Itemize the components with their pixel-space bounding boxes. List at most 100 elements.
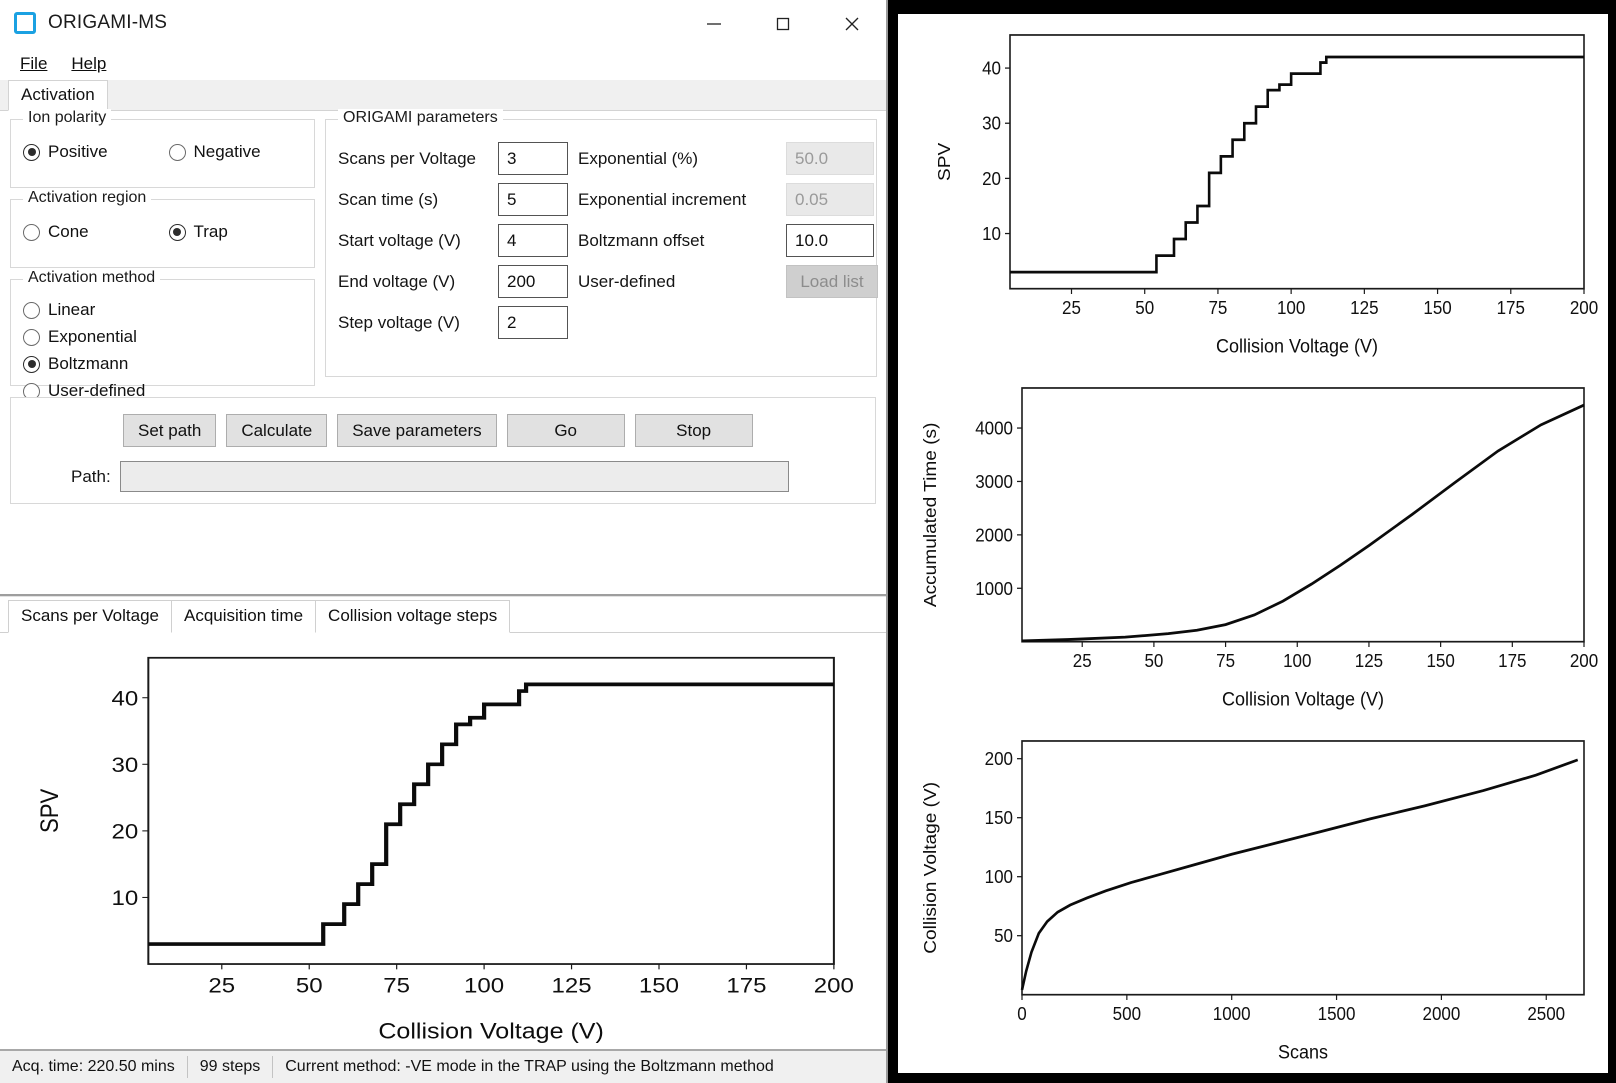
svg-text:Collision Voltage (V): Collision Voltage (V)	[1222, 688, 1384, 710]
radio-boltzmann[interactable]: Boltzmann	[23, 354, 171, 374]
input-scan-time[interactable]: 5	[498, 183, 568, 216]
group-actions: Set path Calculate Save parameters Go St…	[10, 397, 876, 504]
activation-method-title: Activation method	[23, 269, 161, 287]
menu-item-help[interactable]: Help	[61, 51, 116, 77]
svg-text:2500: 2500	[1527, 1004, 1565, 1025]
svg-text:50: 50	[1135, 298, 1154, 319]
svg-text:175: 175	[726, 973, 766, 997]
calculate-button[interactable]: Calculate	[226, 414, 328, 447]
radio-trap-indicator	[168, 223, 186, 241]
radio-exponential[interactable]: Exponential	[23, 327, 171, 347]
set-path-button[interactable]: Set path	[123, 414, 217, 447]
mini-chart-accumulated-time-svg: 25 50 75 100 125 150 175 200 1000 2000 3000 4000 Col…	[920, 387, 1598, 710]
label-exponential-increment: Exponential increment	[578, 189, 747, 209]
svg-text:1500: 1500	[1318, 1004, 1356, 1025]
tab-scans-per-voltage[interactable]: Scans per Voltage	[8, 600, 172, 633]
tab-activation[interactable]: Activation	[8, 80, 108, 111]
svg-text:175: 175	[1497, 298, 1525, 319]
status-method: Current method: -VE mode in the TRAP usi…	[285, 1058, 774, 1075]
label-scans-per-voltage: Scans per Voltage	[338, 148, 476, 168]
radio-cone-indicator	[23, 223, 40, 241]
main-chart-spv: 25 50 75 100 125 150 175 200 10 20 30 40 Collision V…	[0, 633, 886, 1049]
input-scans-per-voltage[interactable]: 3	[498, 142, 568, 175]
radio-positive-label: Positive	[48, 142, 108, 161]
svg-text:2000: 2000	[975, 525, 1013, 546]
svg-text:10: 10	[982, 224, 1001, 245]
stop-button[interactable]: Stop	[634, 414, 753, 447]
mini-chart-collision-voltage-steps: 0 500 1000 1500 2000 2500 50 100 150 200 Scans Coll…	[902, 724, 1602, 1069]
svg-text:3000: 3000	[975, 471, 1013, 492]
path-row: Path:	[11, 447, 875, 492]
svg-text:100: 100	[464, 973, 504, 997]
label-boltzmann-offset: Boltzmann offset	[578, 230, 705, 250]
svg-text:20: 20	[982, 168, 1001, 189]
svg-text:10: 10	[112, 885, 139, 909]
svg-text:1000: 1000	[975, 578, 1013, 599]
input-end-voltage[interactable]: 200	[498, 265, 568, 298]
radio-negative-indicator	[168, 143, 186, 161]
radio-linear[interactable]: Linear	[23, 300, 171, 320]
svg-text:1000: 1000	[1213, 1004, 1251, 1025]
group-activation-method: Activation method Linear Exponential Bol…	[10, 269, 315, 400]
close-icon[interactable]	[817, 0, 886, 47]
svg-text:100: 100	[1277, 298, 1306, 319]
radio-negative[interactable]: Negative	[168, 142, 315, 162]
input-exponential-percent: 50.0	[786, 142, 874, 175]
svg-text:40: 40	[112, 686, 139, 710]
svg-text:100: 100	[1283, 651, 1312, 672]
input-exponential-increment: 0.05	[786, 183, 874, 216]
radio-linear-label: Linear	[48, 300, 96, 319]
svg-text:200: 200	[1570, 298, 1599, 319]
input-step-voltage[interactable]: 2	[498, 306, 568, 339]
svg-text:30: 30	[982, 113, 1001, 134]
radio-cone[interactable]: Cone	[23, 222, 169, 242]
svg-text:150: 150	[1423, 298, 1452, 319]
svg-text:30: 30	[112, 752, 139, 776]
tab-collision-voltage-steps[interactable]: Collision voltage steps	[316, 600, 511, 633]
svg-text:50: 50	[1144, 651, 1163, 672]
svg-text:Scans: Scans	[1278, 1041, 1328, 1063]
menu-help-label: Help	[71, 53, 107, 73]
svg-text:125: 125	[1355, 651, 1383, 672]
input-start-voltage[interactable]: 4	[498, 224, 568, 257]
svg-text:Collision Voltage (V): Collision Voltage (V)	[920, 782, 940, 954]
svg-text:4000: 4000	[975, 418, 1013, 439]
svg-text:40: 40	[982, 58, 1001, 79]
action-buttons-row: Set path Calculate Save parameters Go St…	[11, 398, 875, 447]
radio-boltzmann-indicator	[23, 355, 40, 373]
radio-linear-indicator	[23, 301, 40, 319]
radio-trap-label: Trap	[193, 222, 228, 241]
origami-parameters-title: ORIGAMI parameters	[338, 109, 503, 127]
svg-text:200: 200	[985, 749, 1014, 770]
screen-root: ORIGAMI-MS File Help Activation Ion pola…	[0, 0, 1616, 1083]
menu-item-file[interactable]: File	[10, 51, 57, 77]
tab-acquisition-time[interactable]: Acquisition time	[171, 600, 317, 633]
minimize-icon[interactable]	[679, 0, 748, 47]
activation-region-title: Activation region	[23, 189, 152, 207]
go-button[interactable]: Go	[506, 414, 625, 447]
radio-trap[interactable]: Trap	[168, 222, 315, 242]
left-options-column: Ion polarity Positive Negative Activatio…	[10, 109, 315, 400]
svg-text:SPV: SPV	[37, 789, 65, 833]
path-input[interactable]	[119, 461, 789, 492]
activation-method-options: Linear Exponential Boltzmann User-define…	[11, 280, 314, 401]
plots-panel: 25 50 75 100 125 150 175 200 10 20 30 40 Collision V…	[888, 0, 1616, 1083]
menubar: File Help	[0, 47, 886, 80]
panel-splitter[interactable]	[0, 584, 886, 596]
label-start-voltage: Start voltage (V)	[338, 230, 461, 250]
svg-text:75: 75	[1216, 651, 1235, 672]
chart-panel: Scans per Voltage Acquisition time Colli…	[0, 596, 886, 1083]
menu-file-label: File	[20, 53, 48, 73]
svg-text:SPV: SPV	[934, 142, 954, 181]
radio-positive[interactable]: Positive	[23, 142, 169, 162]
status-acq-time: Acq. time: 220.50 mins	[12, 1058, 175, 1075]
svg-text:20: 20	[112, 819, 139, 843]
radio-exponential-indicator	[23, 328, 40, 346]
mini-chart-collision-voltage-steps-svg: 0 500 1000 1500 2000 2500 50 100 150 200 Scans Coll…	[920, 740, 1585, 1063]
parameters-panel: Ion polarity Positive Negative Activatio…	[0, 109, 886, 584]
maximize-icon[interactable]	[748, 0, 817, 47]
save-parameters-button[interactable]: Save parameters	[337, 414, 497, 447]
input-boltzmann-offset[interactable]: 10.0	[786, 224, 874, 257]
ion-polarity-title: Ion polarity	[23, 109, 112, 127]
svg-text:100: 100	[985, 867, 1014, 888]
